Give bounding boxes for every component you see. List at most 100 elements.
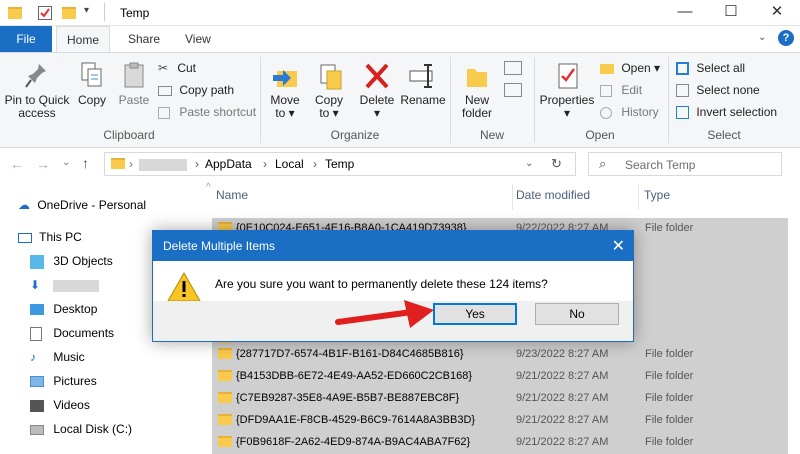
open-button[interactable]: Open ▾: [600, 59, 660, 77]
cloud-icon: ☁: [18, 198, 30, 212]
search-box[interactable]: ⌕ Search Temp: [588, 152, 782, 176]
nav-label: Pictures: [53, 374, 97, 388]
collapse-ribbon-icon[interactable]: ⌄: [758, 32, 766, 43]
paste-label: Paste: [118, 93, 150, 107]
new-folder-icon: [467, 69, 487, 87]
properties-icon: [558, 63, 578, 89]
copy-button[interactable]: Copy: [72, 61, 112, 107]
minimize-button[interactable]: —: [662, 0, 708, 26]
tab-view[interactable]: View: [175, 26, 221, 52]
select-none-button[interactable]: Select none: [676, 81, 760, 99]
table-row[interactable]: {DFD9AA1E-F8CB-4529-B6C9-7614A8A3BB3D} 9…: [212, 410, 788, 432]
copy-path-button[interactable]: Copy path: [158, 81, 234, 99]
nav-item-local-disk[interactable]: Local Disk (C:): [30, 418, 132, 440]
pin-label-line2: access: [18, 106, 56, 120]
separator: [104, 3, 105, 21]
column-header-type[interactable]: Type: [644, 188, 670, 202]
nav-item-downloads[interactable]: ⬇: [30, 274, 100, 296]
nav-item-desktop[interactable]: Desktop: [30, 298, 97, 320]
breadcrumb-temp[interactable]: Temp: [325, 157, 354, 171]
cut-button[interactable]: ✂ Cut: [158, 59, 196, 77]
edit-icon: [600, 84, 612, 97]
rename-label: Rename: [400, 93, 446, 107]
customize-quick-access-icon[interactable]: ▾: [84, 5, 89, 16]
invert-selection-label: Invert selection: [696, 105, 778, 119]
table-row[interactable]: {C7EB9287-35E8-4A9E-B5B7-BE887EBC8F} 9/2…: [212, 388, 788, 410]
nav-item-3d-objects[interactable]: 3D Objects: [30, 250, 113, 272]
breadcrumb-sep: ›: [129, 157, 133, 171]
forward-arrow-icon[interactable]: →: [36, 156, 50, 172]
row-type: File folder: [645, 392, 694, 404]
paste-shortcut-button[interactable]: Paste shortcut: [158, 103, 256, 121]
move-to-icon: [273, 70, 297, 87]
folder-icon: [8, 7, 22, 19]
rename-button[interactable]: Rename: [400, 61, 446, 107]
yes-button[interactable]: Yes: [433, 303, 517, 325]
copy-to-button[interactable]: Copy to ▾: [308, 61, 350, 120]
nav-label: Desktop: [53, 302, 98, 316]
rename-icon: [409, 64, 433, 88]
select-all-button[interactable]: Select all: [676, 59, 745, 77]
row-name: {DFD9AA1E-F8CB-4529-B6C9-7614A8A3BB3D}: [236, 414, 476, 426]
maximize-button[interactable]: ☐: [708, 0, 754, 26]
new-folder-button[interactable]: New folder: [456, 61, 498, 120]
back-arrow-icon[interactable]: ←: [10, 156, 24, 172]
paste-button[interactable]: Paste: [114, 61, 154, 107]
easy-access-icon[interactable]: [504, 83, 522, 97]
address-dropdown-icon[interactable]: ⌄: [525, 158, 533, 169]
row-type: File folder: [645, 222, 694, 234]
nav-item-this-pc[interactable]: This PC: [18, 226, 82, 248]
group-label-organize: Organize: [330, 128, 380, 142]
column-header-date[interactable]: Date modified: [516, 188, 590, 202]
nav-item-music[interactable]: ♪ Music: [30, 346, 85, 368]
ribbon-tabs: File Home Share View ⌄ ?: [0, 26, 800, 53]
move-to-button[interactable]: Move to ▾: [264, 61, 306, 120]
paste-icon: [124, 62, 144, 88]
open-icon: [600, 63, 614, 74]
select-none-label: Select none: [696, 83, 760, 97]
properties-button[interactable]: Properties ▾: [538, 61, 596, 120]
nav-item-documents[interactable]: Documents: [30, 322, 114, 344]
breadcrumb-local[interactable]: Local: [275, 157, 304, 171]
history-button[interactable]: History: [600, 103, 659, 121]
no-button[interactable]: No: [535, 303, 619, 325]
document-icon: [30, 326, 42, 341]
invert-selection-button[interactable]: Invert selection: [676, 103, 777, 121]
tab-home[interactable]: Home: [56, 26, 111, 53]
row-date: 9/21/2022 8:27 AM: [516, 436, 609, 448]
new-item-icon[interactable]: [504, 61, 522, 75]
properties-quick-icon[interactable]: [38, 6, 52, 20]
column-header-name[interactable]: Name: [216, 188, 512, 214]
breadcrumb-appdata[interactable]: AppData: [205, 157, 252, 171]
dialog-close-icon[interactable]: ✕: [612, 236, 625, 256]
ribbon: Pin to Quick access Copy Paste ✂ Cut Cop…: [0, 52, 800, 148]
close-button[interactable]: ✕: [754, 0, 800, 26]
row-type: File folder: [645, 348, 694, 360]
group-label-select: Select: [707, 128, 741, 142]
delete-button[interactable]: Delete ▾: [356, 61, 398, 120]
table-row[interactable]: {B4153DBB-6E72-4E49-AA52-ED660C2CB168} 9…: [212, 366, 788, 388]
address-bar[interactable]: › › AppData › Local › Temp ⌄ ↻: [104, 152, 576, 176]
pin-to-quick-access-button[interactable]: Pin to Quick access: [4, 61, 70, 120]
table-row[interactable]: {287717D7-6574-4B1F-B161-D84C4685B816} 9…: [212, 344, 788, 366]
tab-share[interactable]: Share: [118, 26, 170, 52]
select-all-icon: [676, 62, 689, 76]
history-icon: [600, 106, 612, 119]
nav-item-videos[interactable]: Videos: [30, 394, 90, 416]
nav-item-onedrive[interactable]: ☁ OneDrive - Personal: [18, 194, 146, 216]
up-arrow-icon[interactable]: ↑: [82, 155, 89, 171]
dialog-title: Delete Multiple Items: [163, 239, 276, 253]
row-type: File folder: [645, 436, 694, 448]
refresh-icon[interactable]: ↻: [551, 156, 562, 172]
help-icon[interactable]: ?: [778, 30, 794, 46]
nav-label: Local Disk (C:): [53, 422, 133, 436]
edit-button[interactable]: Edit: [600, 81, 642, 99]
nav-item-pictures[interactable]: Pictures: [30, 370, 97, 392]
table-row[interactable]: {F0B9618F-2A62-4ED9-874A-B9AC4ABA7F62} 9…: [212, 432, 788, 454]
group-label-open: Open: [585, 128, 615, 142]
tab-file[interactable]: File: [0, 26, 52, 52]
new-folder-quick-icon[interactable]: [62, 7, 76, 19]
recent-locations-icon[interactable]: ⌄: [62, 157, 70, 168]
separator: [450, 57, 451, 143]
paste-shortcut-label: Paste shortcut: [179, 105, 257, 119]
